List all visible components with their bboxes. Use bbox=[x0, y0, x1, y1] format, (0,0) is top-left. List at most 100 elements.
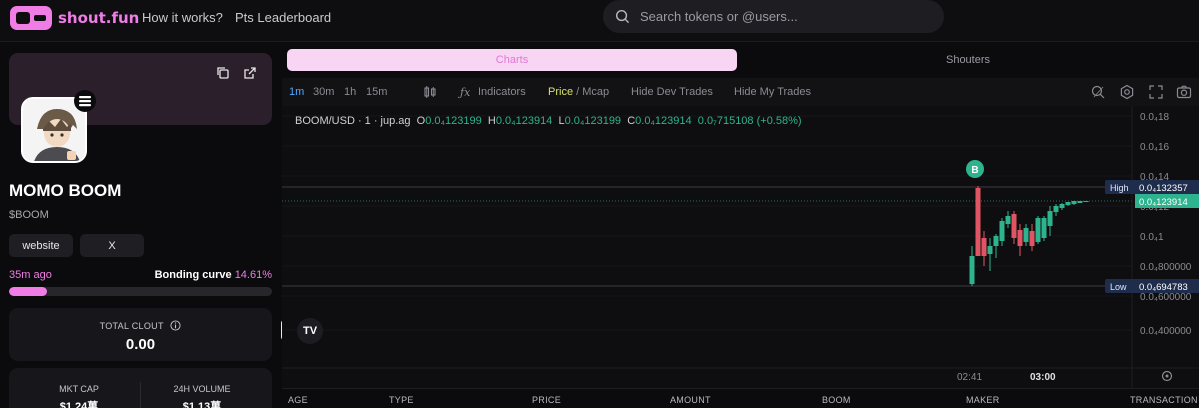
low-value: 0.0₄694783 bbox=[1139, 282, 1188, 293]
indicators-icon: ƒx bbox=[460, 86, 471, 99]
x-tick-label: 02:41 bbox=[957, 372, 982, 383]
trades-table-header: AGE TYPE PRICE AMOUNT BOOM MAKER TRANSAC… bbox=[282, 388, 1199, 408]
fullscreen-icon[interactable] bbox=[1148, 84, 1164, 100]
tab-charts[interactable]: Charts bbox=[287, 49, 737, 71]
mcap-option: / Mcap bbox=[576, 86, 610, 98]
candle-body bbox=[1065, 202, 1071, 205]
external-link-icon[interactable] bbox=[242, 65, 258, 81]
col-maker[interactable]: MAKER bbox=[966, 395, 1000, 405]
mkt-cap-value: $1.24萬 bbox=[59, 401, 99, 408]
interval-30m[interactable]: 30m bbox=[313, 86, 334, 98]
candle-type-icon[interactable] bbox=[423, 85, 437, 99]
col-transaction[interactable]: TRANSACTION bbox=[1130, 395, 1198, 405]
mkt-cap-title: MKT CAP bbox=[59, 384, 99, 394]
interval-1h[interactable]: 1h bbox=[344, 86, 356, 98]
total-clout-card: TOTAL CLOUT 0.00 bbox=[9, 308, 272, 361]
tab-bar: Charts Shouters bbox=[287, 49, 1193, 71]
zoom-icon[interactable] bbox=[1090, 84, 1106, 100]
search-input[interactable] bbox=[640, 9, 920, 24]
price-option: Price bbox=[548, 86, 574, 98]
buy-marker: B bbox=[966, 160, 984, 178]
website-button[interactable]: website bbox=[9, 234, 73, 257]
high-value: 0.0₄132357 bbox=[1139, 183, 1188, 194]
bonding-curve-label: Bonding curve 14.61% bbox=[155, 269, 272, 281]
col-price[interactable]: PRICE bbox=[532, 395, 561, 405]
y-tick-label: 0.0₄600000 bbox=[1140, 292, 1192, 303]
legend-symbol: BOOM/USD · 1 · jup.ag bbox=[295, 115, 411, 127]
bonding-curve-value: 14.61% bbox=[234, 269, 272, 281]
legend-low: 0.0₄123199 bbox=[564, 115, 622, 127]
candle-body bbox=[1053, 206, 1059, 212]
search-icon bbox=[615, 9, 630, 24]
candle-body bbox=[987, 246, 993, 254]
interval-15m[interactable]: 15m bbox=[366, 86, 387, 98]
token-panel: MOMO BOOM $BOOM website X 35m ago Bondin… bbox=[0, 42, 282, 408]
chart-toolbar: 1m 30m 1h 15m ƒx Indicators Price / Mcap… bbox=[282, 78, 1199, 106]
candle-body bbox=[969, 256, 975, 284]
x-tick-label: 03:00 bbox=[1030, 372, 1056, 383]
candle-body bbox=[1071, 201, 1077, 204]
hide-my-trades-button[interactable]: Hide My Trades bbox=[734, 86, 811, 98]
bonding-curve-progress bbox=[9, 287, 272, 296]
logo[interactable]: shout.fun bbox=[10, 6, 139, 30]
legend-h-label: H bbox=[487, 115, 496, 127]
price-chart[interactable]: B 0.0₄180.0₄160.0₄140.0₄120.0₄10.0₄80000… bbox=[282, 106, 1199, 388]
total-clout-value: 0.00 bbox=[125, 336, 156, 353]
chart-panel: Charts Shouters 1m 30m 1h 15m ƒx Indicat… bbox=[282, 42, 1199, 408]
x-link-button[interactable]: X bbox=[80, 234, 144, 257]
logo-text: shout.fun bbox=[58, 9, 140, 27]
legend-close: 0.0₄123914 bbox=[635, 115, 692, 127]
candle-body bbox=[1029, 231, 1035, 246]
y-tick-label: 0.0₄16 bbox=[1140, 142, 1170, 153]
interval-1m[interactable]: 1m bbox=[289, 86, 304, 98]
settings-icon[interactable] bbox=[1119, 84, 1135, 100]
col-amount[interactable]: AMOUNT bbox=[670, 395, 711, 405]
legend-o-label: O bbox=[416, 115, 426, 127]
axis-settings-icon bbox=[1161, 370, 1173, 382]
y-tick-label: 0.0₄400000 bbox=[1140, 326, 1192, 337]
tradingview-logo[interactable]: TV bbox=[297, 318, 323, 344]
candle-body bbox=[981, 238, 987, 256]
nav-pts-leaderboard[interactable]: Pts Leaderboard bbox=[235, 10, 331, 25]
total-clout-label: TOTAL CLOUT bbox=[99, 321, 164, 331]
legend-c-label: C bbox=[627, 115, 636, 127]
col-boom[interactable]: BOOM bbox=[822, 395, 851, 405]
copy-icon[interactable] bbox=[215, 65, 231, 81]
logo-icon bbox=[10, 6, 52, 30]
legend-change: 0.0₇715108 (+0.58%) bbox=[697, 115, 802, 127]
candle-body bbox=[1011, 214, 1017, 238]
stats-divider bbox=[140, 382, 141, 408]
last-price-value: 0.0₄123914 bbox=[1139, 197, 1188, 208]
token-age: 35m ago bbox=[9, 269, 52, 281]
indicators-button[interactable]: Indicators bbox=[478, 86, 526, 98]
candle-body bbox=[993, 236, 999, 246]
chain-icon bbox=[74, 90, 96, 112]
nav-how-it-works[interactable]: How it works? bbox=[142, 10, 223, 25]
col-age[interactable]: AGE bbox=[288, 395, 308, 405]
y-tick-label: 0.0₄1 bbox=[1140, 232, 1164, 243]
top-bar: shout.fun How it works? Pts Leaderboard bbox=[0, 0, 1199, 42]
tab-shouters[interactable]: Shouters bbox=[743, 49, 1193, 71]
candle-body bbox=[999, 221, 1005, 241]
market-stats-card: MKT CAP $1.24萬 24H VOLUME $1.13萬 bbox=[9, 368, 272, 408]
token-ticker: $BOOM bbox=[9, 209, 49, 221]
bonding-curve-fill bbox=[9, 287, 48, 296]
hide-dev-trades-button[interactable]: Hide Dev Trades bbox=[631, 86, 713, 98]
total-clout-title: TOTAL CLOUT bbox=[9, 320, 272, 331]
candle-body bbox=[1077, 201, 1083, 203]
volume-value: $1.13萬 bbox=[182, 401, 222, 408]
price-mcap-toggle[interactable]: Price / Mcap bbox=[548, 86, 609, 98]
low-tag-label: Low bbox=[1110, 282, 1127, 292]
search-bar[interactable] bbox=[603, 0, 944, 33]
candle-body bbox=[1023, 228, 1029, 242]
buy-marker-label: B bbox=[971, 165, 978, 176]
info-icon[interactable] bbox=[170, 320, 181, 331]
col-type[interactable]: TYPE bbox=[389, 395, 414, 405]
candle-body bbox=[1083, 201, 1089, 202]
volume-title: 24H VOLUME bbox=[173, 384, 231, 394]
chart-canvas: B 0.0₄180.0₄160.0₄140.0₄120.0₄10.0₄80000… bbox=[282, 106, 1199, 388]
chart-candles: B bbox=[966, 160, 1089, 286]
camera-icon[interactable] bbox=[1176, 84, 1192, 100]
legend-high: 0.0₄123914 bbox=[495, 115, 553, 127]
high-tag-label: High bbox=[1110, 183, 1129, 193]
